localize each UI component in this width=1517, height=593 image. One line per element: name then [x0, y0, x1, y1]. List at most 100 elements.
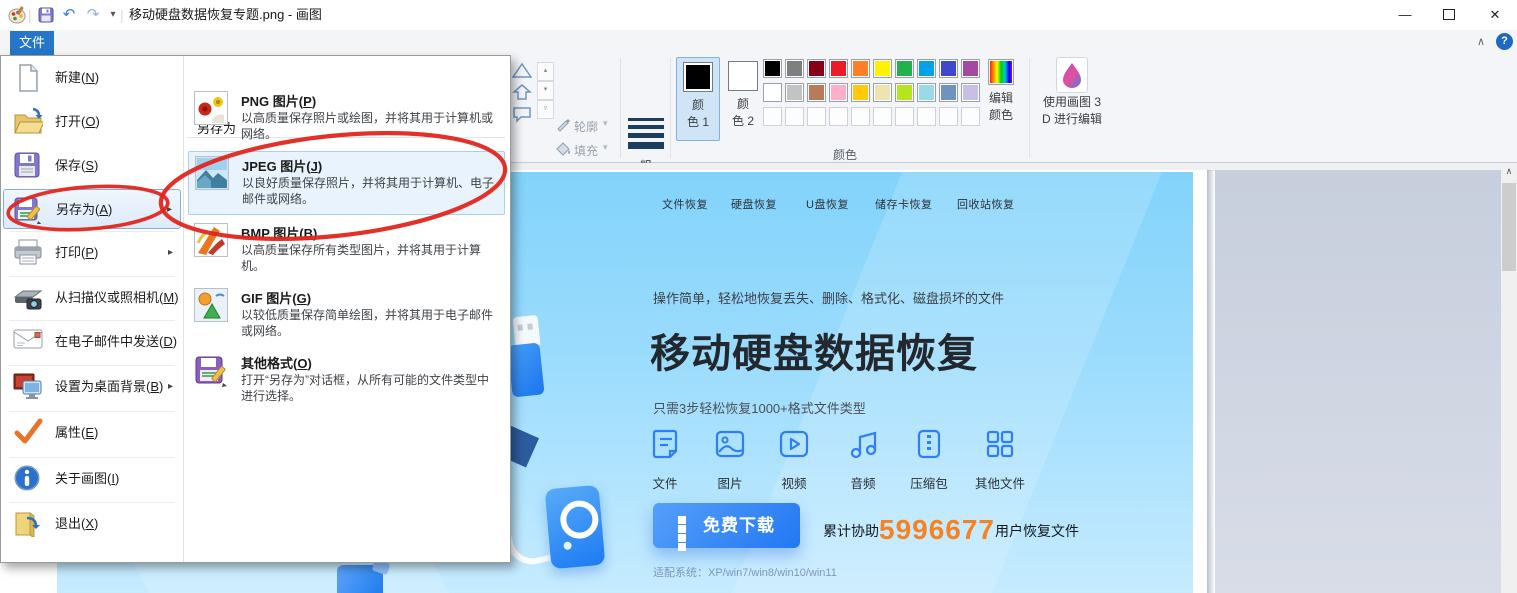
properties-check-icon [13, 418, 43, 448]
hero-tagline: 操作简单，轻松地恢复丢失、删除、格式化、磁盘损坏的文件 [653, 288, 1004, 307]
minimize-button[interactable]: — [1390, 0, 1420, 30]
palette-color-swatch[interactable] [939, 59, 958, 78]
menu-item-about[interactable]: 关于画图(I) [3, 459, 181, 499]
palette-empty-swatch[interactable] [895, 107, 914, 126]
palette-color-swatch[interactable] [961, 83, 980, 102]
qat-customize-button[interactable]: ▾ [106, 0, 120, 30]
submenu-item-jpeg[interactable]: JPEG 图片(J) 以良好质量保存照片，并将其用于计算机、电子邮件或网络。 [188, 151, 505, 215]
menu-item-print[interactable]: 打印(P) ▸ [3, 233, 181, 273]
print-icon [13, 238, 43, 268]
windows-logo-icon [678, 516, 695, 533]
maximize-icon [1443, 9, 1455, 20]
outline-icon [556, 117, 571, 137]
callout-shape-icon[interactable] [512, 106, 534, 126]
palette-color-swatch[interactable] [851, 83, 870, 102]
other-files-icon [984, 428, 1016, 460]
palette-row-2 [763, 83, 983, 105]
gif-image-icon [194, 288, 228, 322]
save-quick-button[interactable] [36, 0, 56, 30]
filetype-video: 视频 [762, 428, 826, 492]
palette-color-swatch[interactable] [829, 59, 848, 78]
shapes-scroll-up-icon[interactable]: ▴ [537, 62, 554, 81]
shapes-more-icon[interactable]: ▿ [537, 100, 554, 119]
filetype-other: 其他文件 [968, 428, 1032, 492]
collapse-ribbon-icon[interactable]: ∧ [1477, 35, 1485, 48]
palette-color-swatch[interactable] [785, 83, 804, 102]
fill-icon [556, 141, 571, 161]
menu-item-desktop-background[interactable]: 设置为桌面背景(B) ▸ [3, 367, 181, 407]
palette-color-swatch[interactable] [917, 83, 936, 102]
palette-color-swatch[interactable] [895, 83, 914, 102]
arrow-shape-icon[interactable] [512, 84, 534, 104]
color1-button[interactable]: 颜色 1 [676, 57, 720, 141]
palette-color-swatch[interactable] [763, 83, 782, 102]
menu-item-save-as[interactable]: 另存为(A) ▸ [3, 189, 181, 229]
palette-empty-swatch[interactable] [917, 107, 936, 126]
palette-empty-swatch[interactable] [763, 107, 782, 126]
size-line-icon [628, 125, 664, 129]
scanner-camera-icon [13, 283, 43, 313]
color2-swatch [728, 61, 758, 91]
help-icon[interactable]: ? [1496, 33, 1513, 50]
palette-color-swatch[interactable] [917, 59, 936, 78]
hero-nav-disk-recovery: 硬盘恢复 [731, 196, 777, 212]
outline-dropdown-icon[interactable]: ▾ [603, 118, 608, 129]
scrollbar-thumb[interactable] [1502, 183, 1516, 271]
shapes-scroll-down-icon[interactable]: ▾ [537, 81, 554, 100]
palette-color-swatch[interactable] [939, 83, 958, 102]
palette-empty-swatch[interactable] [961, 107, 980, 126]
palette-color-swatch[interactable] [807, 83, 826, 102]
palette-color-swatch[interactable] [807, 59, 826, 78]
triangle-shape-icon[interactable] [512, 62, 534, 82]
edit-colors-label: 编辑颜色 [984, 90, 1018, 124]
undo-button[interactable]: ↶ [58, 0, 80, 30]
download-button: 免费下载 [653, 503, 800, 548]
submenu-item-bmp[interactable]: BMP 图片(B) 以高质量保存所有类型图片，并将其用于计算机。 [188, 219, 505, 283]
stats-suffix: 用户恢复文件 [995, 523, 1079, 539]
tab-file[interactable]: 文件 [10, 31, 54, 55]
submenu-item-gif[interactable]: GIF 图片(G) 以较低质量保存简单绘图，并将其用于电子邮件或网络。 [188, 284, 505, 348]
color2-label: 颜色 2 [722, 96, 764, 130]
menu-item-properties[interactable]: 属性(E) [3, 413, 181, 453]
palette-color-swatch[interactable] [895, 59, 914, 78]
palette-empty-swatch[interactable] [829, 107, 848, 126]
menu-separator [9, 365, 175, 366]
palette-color-swatch[interactable] [763, 59, 782, 78]
palette-empty-swatch[interactable] [851, 107, 870, 126]
palette-color-swatch[interactable] [873, 59, 892, 78]
archive-icon [916, 428, 942, 460]
palette-empty-swatch[interactable] [785, 107, 804, 126]
redo-button[interactable]: ↷ [82, 0, 104, 30]
palette-color-swatch[interactable] [873, 83, 892, 102]
palette-color-swatch[interactable] [851, 59, 870, 78]
palette-empty-swatch[interactable] [807, 107, 826, 126]
fill-button[interactable]: 填充 [574, 142, 598, 159]
close-button[interactable]: ✕ [1480, 0, 1510, 30]
palette-empty-swatch[interactable] [939, 107, 958, 126]
color2-button[interactable]: 颜色 2 [722, 57, 764, 139]
submenu-item-other-formats[interactable]: 其他格式(O) 打开“另存为”对话框，从所有可能的文件类型中进行选择。 [188, 349, 505, 413]
menu-item-email[interactable]: 在电子邮件中发送(D) [3, 322, 181, 362]
edit-colors-button[interactable]: 编辑颜色 [984, 59, 1018, 124]
palette-row-3 [763, 107, 983, 129]
outline-button[interactable]: 轮廓 [574, 118, 598, 135]
supported-systems-note: 适配系统：XP/win7/win8/win10/win11 [653, 564, 837, 580]
palette-color-swatch[interactable] [829, 83, 848, 102]
fill-dropdown-icon[interactable]: ▾ [603, 142, 608, 153]
submenu-item-png[interactable]: PNG 图片(P) 以高质量保存照片或绘图，并将其用于计算机或网络。 [188, 87, 505, 151]
maximize-button[interactable] [1434, 0, 1464, 30]
palette-color-swatch[interactable] [785, 59, 804, 78]
menu-item-new[interactable]: 新建(N) [3, 58, 181, 98]
menu-item-scanner[interactable]: 从扫描仪或照相机(M) [3, 278, 181, 318]
palette-empty-swatch[interactable] [873, 107, 892, 126]
menu-item-open[interactable]: 打开(O) [3, 102, 181, 142]
file-menu-panel: 新建(N) 打开(O) 保存(S) 另存为(A) ▸ 打印(P) ▸ 从扫描仪或… [0, 55, 511, 563]
video-icon [778, 428, 810, 460]
menu-item-exit[interactable]: 退出(X) [3, 504, 181, 544]
ribbon-tab-row [0, 30, 1517, 55]
ribbon-separator [620, 58, 621, 158]
palette-color-swatch[interactable] [961, 59, 980, 78]
menu-item-save[interactable]: 保存(S) [3, 146, 181, 186]
scrollbar-up-icon[interactable]: ∧ [1501, 163, 1517, 180]
paint3d-button[interactable]: 使用画图 3D 进行编辑 [1036, 57, 1108, 128]
